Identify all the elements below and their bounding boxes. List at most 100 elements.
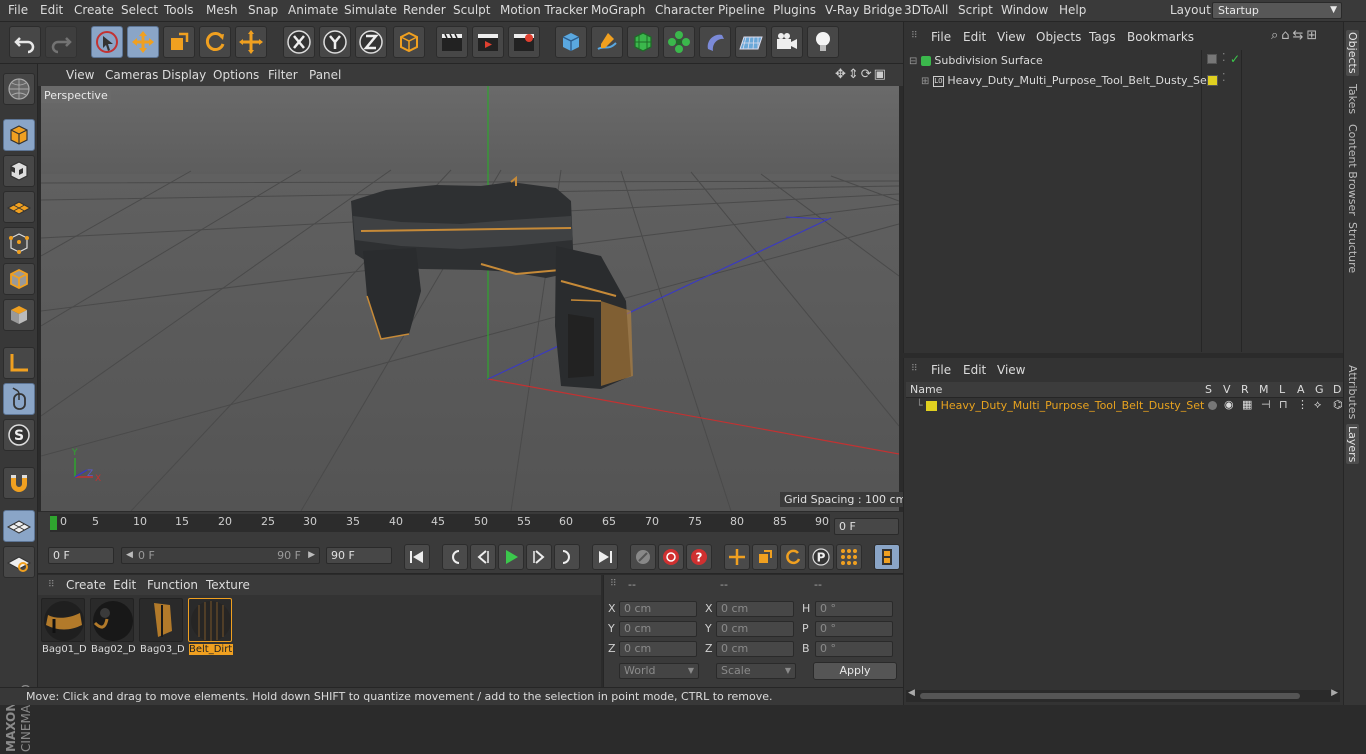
eye-icon[interactable]: ◉ [1224, 398, 1234, 411]
frame-range-slider[interactable]: ◀ 0 F 90 F ▶ [121, 547, 320, 564]
next-frame-button[interactable] [526, 544, 552, 570]
coordinate-space-dropdown[interactable]: World ▼ [619, 663, 699, 679]
texture-mode-button[interactable] [3, 155, 35, 187]
material-swatch-bag03[interactable] [139, 598, 183, 642]
size-x-field[interactable]: 0 cm [716, 601, 794, 617]
keyframe-selection-button[interactable]: ? [686, 544, 712, 570]
key-position-button[interactable] [724, 544, 750, 570]
current-frame-field[interactable]: 0 F [834, 518, 899, 535]
col-render[interactable]: R [1241, 383, 1249, 396]
autokeying-button[interactable] [658, 544, 684, 570]
menu-simulate[interactable]: Simulate [344, 3, 397, 17]
layer-row[interactable]: └ Heavy_Duty_Multi_Purpose_Tool_Belt_Dus… [916, 399, 1204, 412]
snap-button[interactable] [3, 467, 35, 499]
solo-toggle-icon[interactable] [1208, 401, 1217, 410]
position-y-field[interactable]: 0 cm [619, 621, 697, 637]
obj-menu-file[interactable]: File [931, 30, 951, 44]
solo-button[interactable]: S [3, 419, 35, 451]
vp-menu-options[interactable]: Options [213, 68, 259, 82]
tab-structure[interactable]: Structure [1346, 222, 1359, 273]
make-editable-button[interactable] [3, 73, 35, 105]
undo-button[interactable] [9, 26, 41, 58]
render-settings-button[interactable] [508, 26, 540, 58]
col-name[interactable]: Name [910, 383, 942, 396]
previous-frame-button[interactable] [470, 544, 496, 570]
rotation-h-field[interactable]: 0 ° [815, 601, 893, 617]
layer-scrollbar[interactable]: ◀ ▶ [906, 688, 1340, 702]
previous-key-button[interactable] [442, 544, 468, 570]
scrollbar-thumb[interactable] [920, 693, 1300, 699]
point-mode-button[interactable] [3, 227, 35, 259]
coordinate-system-button[interactable] [393, 26, 425, 58]
menu-mesh[interactable]: Mesh [206, 3, 238, 17]
polygon-mode-button[interactable] [3, 299, 35, 331]
go-to-end-button[interactable] [592, 544, 618, 570]
material-swatch-belt-dirt[interactable] [188, 598, 232, 642]
manager-icon[interactable]: ⊣ [1261, 398, 1271, 411]
col-view[interactable]: V [1223, 383, 1231, 396]
animation-icon[interactable]: ⋮ [1297, 398, 1308, 411]
apply-button[interactable]: Apply [813, 662, 897, 680]
subdivision-surface-button[interactable] [627, 26, 659, 58]
obj-menu-view[interactable]: View [997, 30, 1025, 44]
rotation-b-field[interactable]: 0 ° [815, 641, 893, 657]
deformer-button[interactable] [699, 26, 731, 58]
obj-menu-tags[interactable]: Tags [1089, 30, 1116, 44]
perspective-viewport[interactable]: Y X Z [41, 86, 899, 511]
tab-takes[interactable]: Takes [1346, 84, 1359, 114]
mat-menu-edit[interactable]: Edit [113, 578, 136, 592]
end-frame-field[interactable]: 90 F [326, 547, 392, 564]
menu-script[interactable]: Script [958, 3, 993, 17]
position-z-field[interactable]: 0 cm [619, 641, 697, 657]
obj-menu-objects[interactable]: Objects [1036, 30, 1081, 44]
menu-create[interactable]: Create [74, 3, 114, 17]
col-animation[interactable]: A [1297, 383, 1305, 396]
tree-expand-icon[interactable]: ⊞ [921, 76, 929, 87]
layer-tag-icon[interactable] [1207, 54, 1217, 64]
mat-menu-create[interactable]: Create [66, 578, 106, 592]
pen-spline-button[interactable] [591, 26, 623, 58]
workplane-mode-button[interactable] [3, 191, 35, 223]
play-button[interactable] [498, 544, 524, 570]
menu-mograph[interactable]: MoGraph [591, 3, 646, 17]
redo-button[interactable] [45, 26, 77, 58]
menu-tools[interactable]: Tools [164, 3, 194, 17]
tab-objects[interactable]: Objects [1346, 30, 1359, 76]
menu-sculpt[interactable]: Sculpt [453, 3, 490, 17]
menu-select[interactable]: Select [121, 3, 158, 17]
viewport-camera-label[interactable]: Perspective [41, 88, 111, 103]
record-active-objects-button[interactable] [630, 544, 656, 570]
menu-motion-tracker[interactable]: Motion Tracker [500, 3, 588, 17]
tab-attributes[interactable]: Attributes [1346, 365, 1359, 419]
layer-menu-edit[interactable]: Edit [963, 363, 986, 377]
mat-menu-texture[interactable]: Texture [206, 578, 250, 592]
render-picture-viewer-button[interactable] [472, 26, 504, 58]
size-y-field[interactable]: 0 cm [716, 621, 794, 637]
rotate-tool-button[interactable] [199, 26, 231, 58]
menu-animate[interactable]: Animate [288, 3, 338, 17]
menu-plugins[interactable]: Plugins [773, 3, 816, 17]
key-parameter-button[interactable]: P [808, 544, 834, 570]
obj-menu-bookmarks[interactable]: Bookmarks [1127, 30, 1194, 44]
menu-file[interactable]: File [8, 3, 28, 17]
size-z-field[interactable]: 0 cm [716, 641, 794, 657]
camera-object-button[interactable] [771, 26, 803, 58]
obj-menu-edit[interactable]: Edit [963, 30, 986, 44]
tree-collapse-icon[interactable]: ⊟ [909, 56, 917, 67]
position-x-field[interactable]: 0 cm [619, 601, 697, 617]
material-swatch-bag02[interactable] [90, 598, 134, 642]
menu-render[interactable]: Render [403, 3, 446, 17]
go-to-start-button[interactable] [404, 544, 430, 570]
scale-tool-button[interactable] [163, 26, 195, 58]
scroll-right-icon[interactable]: ▶ [1331, 688, 1338, 698]
deformer-icon[interactable]: ⌬ [1333, 398, 1343, 411]
live-selection-button[interactable] [91, 26, 123, 58]
search-home-icons[interactable]: ⌕⌂⇆⊞ [1271, 28, 1320, 43]
axis-mode-button[interactable] [3, 347, 35, 379]
key-rotation-button[interactable] [780, 544, 806, 570]
object-row-tool-belt[interactable]: ⊞ L0 Heavy_Duty_Multi_Purpose_Tool_Belt_… [921, 74, 1211, 87]
col-deformers[interactable]: D [1333, 383, 1341, 396]
key-scale-button[interactable] [752, 544, 778, 570]
menu-3dtoall[interactable]: 3DToAll [904, 3, 948, 17]
move-tool-button[interactable] [127, 26, 159, 58]
